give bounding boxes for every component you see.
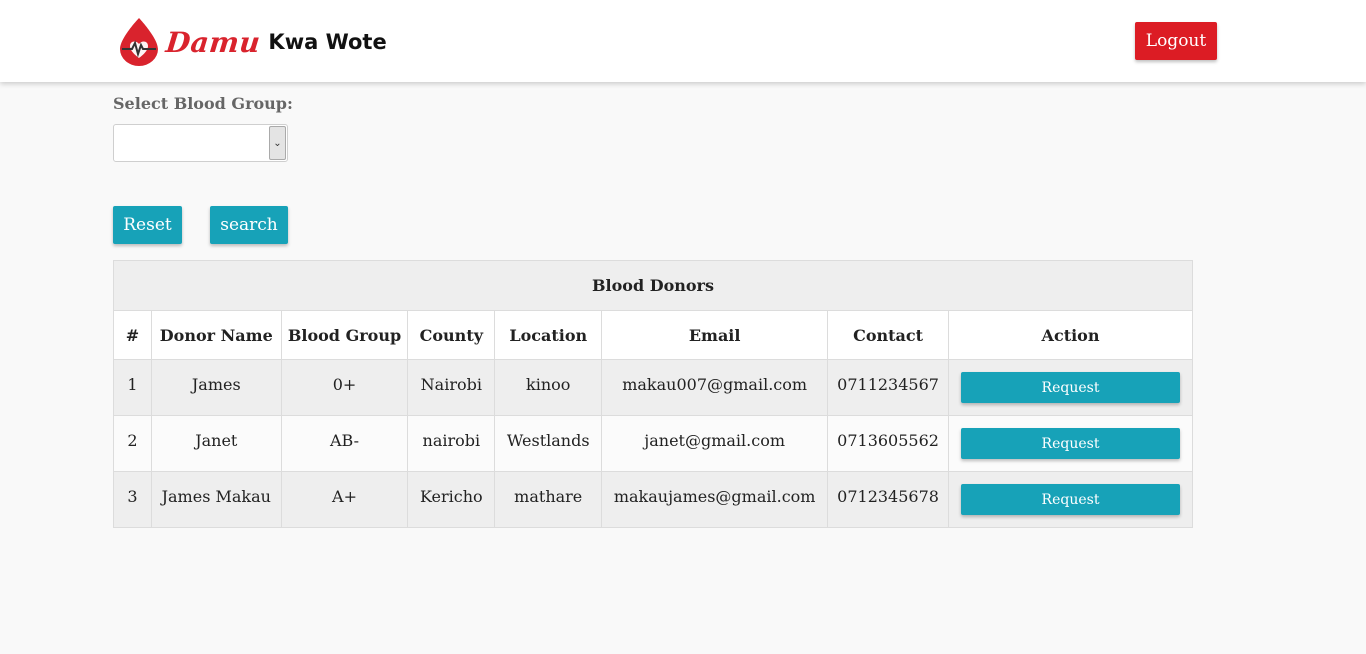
request-button[interactable]: Request xyxy=(961,372,1180,403)
blood-group-label: Select Blood Group: xyxy=(113,94,293,113)
top-navbar: Damu Kwa Wote Logout xyxy=(0,0,1366,82)
table-row: 1 James 0+ Nairobi kinoo makau007@gmail.… xyxy=(113,359,1193,416)
table-row: 2 Janet AB- nairobi Westlands janet@gmai… xyxy=(113,415,1193,472)
blood-group-select[interactable]: ⌄ xyxy=(113,124,288,162)
county: Kericho xyxy=(407,471,496,528)
brand-logo[interactable]: Damu Kwa Wote xyxy=(116,16,387,68)
blood-donors-table: Blood Donors # Donor Name Blood Group Co… xyxy=(113,260,1193,528)
contact: 0712345678 xyxy=(827,471,950,528)
blood-group: 0+ xyxy=(280,359,409,416)
search-button[interactable]: search xyxy=(210,206,288,244)
donor-name: Janet xyxy=(150,415,282,472)
email: janet@gmail.com xyxy=(601,415,829,472)
column-header-county: County xyxy=(407,310,496,360)
chevron-down-icon[interactable]: ⌄ xyxy=(269,126,286,160)
request-button[interactable]: Request xyxy=(961,484,1180,515)
row-number: 2 xyxy=(113,415,152,472)
location: Westlands xyxy=(494,415,603,472)
action-cell: Request xyxy=(948,471,1193,528)
request-button[interactable]: Request xyxy=(961,428,1180,459)
donor-name: James Makau xyxy=(150,471,282,528)
contact: 0713605562 xyxy=(827,415,950,472)
logout-button[interactable]: Logout xyxy=(1135,22,1217,60)
column-header-location: Location xyxy=(494,310,603,360)
action-cell: Request xyxy=(948,415,1193,472)
location: kinoo xyxy=(494,359,603,416)
blood-group: A+ xyxy=(280,471,409,528)
column-header-blood-group: Blood Group xyxy=(280,310,409,360)
brand-name-damu: Damu xyxy=(164,25,263,59)
column-header-contact: Contact xyxy=(827,310,950,360)
column-header-email: Email xyxy=(601,310,829,360)
email: makaujames@gmail.com xyxy=(601,471,829,528)
location: mathare xyxy=(494,471,603,528)
table-caption: Blood Donors xyxy=(113,260,1193,311)
donor-name: James xyxy=(150,359,282,416)
brand-name-kwa-wote: Kwa Wote xyxy=(268,30,387,54)
reset-button[interactable]: Reset xyxy=(113,206,182,244)
column-header-number: # xyxy=(113,310,152,360)
column-header-action: Action xyxy=(948,310,1193,360)
county: Nairobi xyxy=(407,359,496,416)
column-header-donor-name: Donor Name xyxy=(150,310,282,360)
action-cell: Request xyxy=(948,359,1193,416)
blood-drop-heartbeat-icon xyxy=(116,16,162,68)
contact: 0711234567 xyxy=(827,359,950,416)
county: nairobi xyxy=(407,415,496,472)
row-number: 1 xyxy=(113,359,152,416)
row-number: 3 xyxy=(113,471,152,528)
email: makau007@gmail.com xyxy=(601,359,829,416)
table-row: 3 James Makau A+ Kericho mathare makauja… xyxy=(113,471,1193,528)
blood-group: AB- xyxy=(280,415,409,472)
